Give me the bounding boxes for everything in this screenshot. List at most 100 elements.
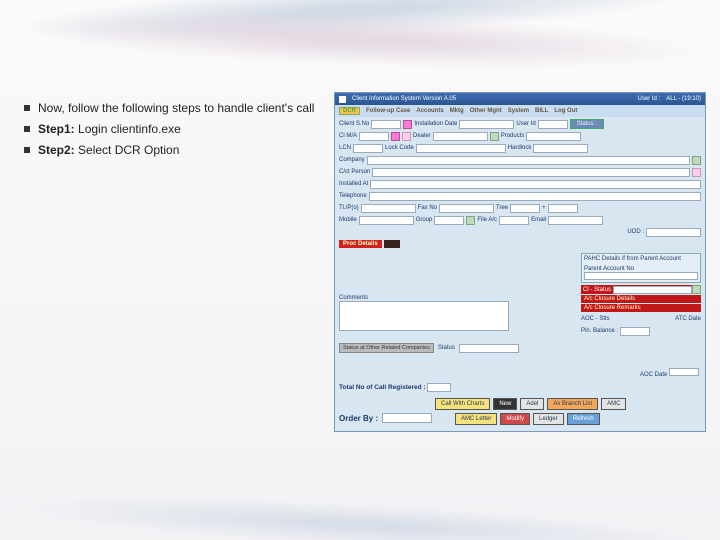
- label-atcdate: ATC Date: [675, 316, 701, 322]
- label-uod: UOD :: [627, 229, 644, 235]
- label-status2: Status: [438, 345, 455, 351]
- label-aoc: AOC - Stts: [581, 316, 610, 322]
- menubar: DCR Follow-up Case Accounts Mktg Other M…: [335, 105, 705, 117]
- label-orderby: Order By :: [339, 414, 378, 423]
- field-fileas[interactable]: [499, 216, 529, 225]
- bullet-step1: Step1: Login clientinfo.exe: [20, 121, 320, 138]
- btn-chart[interactable]: Call With Charts: [435, 398, 490, 410]
- field-tlpg[interactable]: [361, 204, 416, 213]
- status-badge: Status :: [570, 119, 604, 129]
- menu-other[interactable]: Other Mgnt: [470, 108, 502, 114]
- field-status2[interactable]: [459, 344, 519, 353]
- bullet-step2: Step2: Select DCR Option: [20, 142, 320, 159]
- lookup2-icon[interactable]: [402, 132, 411, 141]
- user-value: ALL - (19:10): [666, 96, 701, 102]
- label-clstatus: Cl - Status: [581, 286, 613, 294]
- field-group[interactable]: [434, 216, 464, 225]
- menu-accounts[interactable]: Accounts: [416, 108, 443, 114]
- field-lcn[interactable]: [353, 144, 383, 153]
- btn-amc[interactable]: AMC: [601, 398, 626, 410]
- company-icon[interactable]: [692, 156, 701, 165]
- field-orderby[interactable]: [382, 413, 432, 423]
- field-uod[interactable]: [646, 228, 701, 237]
- btn-status-related[interactable]: Status at Other Related Companies: [339, 343, 434, 353]
- dropdown-icon[interactable]: [692, 285, 701, 294]
- field-tree[interactable]: [510, 204, 540, 213]
- label-hardlock: Hardlock: [508, 145, 532, 151]
- field-dealer[interactable]: [433, 132, 488, 141]
- field-company[interactable]: [367, 156, 690, 165]
- btn-refresh[interactable]: Refresh: [567, 413, 600, 425]
- btn-adel[interactable]: Adel: [520, 398, 544, 410]
- field-userid[interactable]: [538, 120, 568, 129]
- btn-modify[interactable]: Modify: [500, 413, 530, 425]
- field-hardlock[interactable]: [533, 144, 588, 153]
- user-label: User Id :: [638, 96, 661, 102]
- btn-ledger[interactable]: Ledger: [533, 413, 564, 425]
- field-cperson[interactable]: [372, 168, 690, 177]
- label-clma: Cl M/A: [339, 133, 357, 139]
- menu-followup[interactable]: Follow-up Case: [366, 108, 410, 114]
- field-pinbal[interactable]: [620, 327, 650, 336]
- clientinfo-window: Client Information System Version A.05 U…: [334, 92, 706, 432]
- field-lockcode[interactable]: [416, 144, 506, 153]
- label-mobile: Mobile: [339, 217, 357, 223]
- label-company: Company: [339, 157, 365, 163]
- person-icon[interactable]: [692, 168, 701, 177]
- field-email[interactable]: [548, 216, 603, 225]
- menu-mktg[interactable]: Mktg: [450, 108, 464, 114]
- dropdown-icon[interactable]: [490, 132, 499, 141]
- field-comments[interactable]: [339, 301, 509, 331]
- field-parentacct[interactable]: [584, 272, 698, 280]
- label-aocsotts: AOC Date: [640, 372, 667, 378]
- field-tree2[interactable]: [548, 204, 578, 213]
- label-userid: User Id: [516, 121, 535, 127]
- label-faxno: Fax No: [418, 205, 437, 211]
- field-total[interactable]: [427, 383, 451, 392]
- lookup-icon[interactable]: [391, 132, 400, 141]
- group-dropdown-icon[interactable]: [466, 216, 475, 225]
- decorative-swoosh: [0, 479, 720, 540]
- field-faxno[interactable]: [439, 204, 494, 213]
- field-clientsno[interactable]: [371, 120, 401, 129]
- field-instdate[interactable]: [459, 120, 514, 129]
- menu-bill[interactable]: BILL: [535, 108, 548, 114]
- btn-acdetails[interactable]: A/c Closure Details: [581, 295, 701, 303]
- label-telephone: Telephone: [339, 193, 367, 199]
- label-total: Total No of Call Registered :: [339, 384, 426, 391]
- tab-other[interactable]: [384, 240, 400, 248]
- label-email: Email: [531, 217, 546, 223]
- menu-system[interactable]: System: [508, 108, 529, 114]
- app-icon: [339, 96, 346, 103]
- window-titlebar: Client Information System Version A.05 U…: [335, 93, 705, 105]
- tab-proc-details[interactable]: Proc Details: [339, 240, 382, 248]
- label-group: Group: [416, 217, 433, 223]
- label-fileas: File A/c: [477, 217, 497, 223]
- btn-acremarks[interactable]: A/c Closure Remarks: [581, 304, 701, 312]
- search-icon[interactable]: [403, 120, 412, 129]
- label-instdate: Installation Date: [414, 121, 457, 127]
- field-installat[interactable]: [370, 180, 701, 189]
- btn-new[interactable]: New: [493, 398, 517, 410]
- label-tlpg: Tl./P(o): [339, 205, 359, 211]
- btn-branch[interactable]: As Branch List: [547, 398, 598, 410]
- field-telephone[interactable]: [369, 192, 701, 201]
- label-pahc: PAHC Details if from Parent Account: [584, 256, 698, 262]
- label-cperson: C/ct Person: [339, 169, 370, 175]
- right-panel: PAHC Details if from Parent Account Pare…: [581, 253, 701, 338]
- label-clientsno: Client S.No: [339, 121, 369, 127]
- label-dealer: Dealer: [413, 133, 431, 139]
- bullet-list: Now, follow the following steps to handl…: [20, 100, 320, 162]
- field-aocdate[interactable]: [669, 368, 699, 376]
- label-pinbal: Pin. Balance :: [581, 328, 618, 334]
- btn-amcletter[interactable]: AMC Letter: [455, 413, 497, 425]
- field-products[interactable]: [526, 132, 581, 141]
- menu-dcr[interactable]: DCR: [339, 107, 360, 115]
- field-mobile[interactable]: [359, 216, 414, 225]
- field-clma[interactable]: [359, 132, 389, 141]
- label-installat: Installed At: [339, 181, 368, 187]
- field-clstatus[interactable]: [613, 286, 692, 294]
- menu-logout[interactable]: Log Out: [554, 108, 577, 114]
- window-title: Client Information System Version A.05: [352, 96, 456, 102]
- bullet-intro: Now, follow the following steps to handl…: [20, 100, 320, 117]
